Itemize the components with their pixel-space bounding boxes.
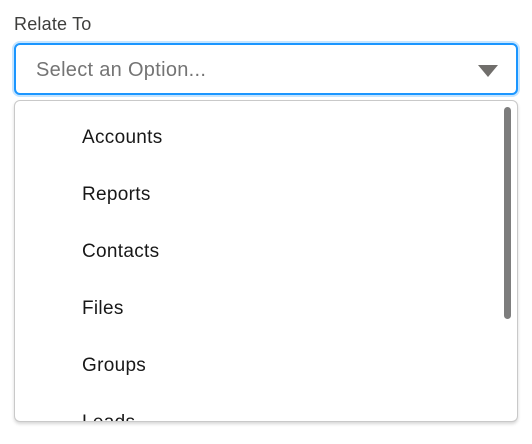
listbox-scrollbar[interactable] bbox=[504, 107, 511, 415]
field-label: Relate To bbox=[14, 14, 92, 34]
options-listbox: Accounts Reports Contacts Files Groups L… bbox=[14, 100, 518, 422]
option-files[interactable]: Files bbox=[15, 280, 517, 337]
combobox-placeholder: Select an Option... bbox=[36, 59, 207, 81]
chevron-down-icon[interactable] bbox=[478, 65, 498, 77]
relate-to-combobox[interactable]: Select an Option... bbox=[14, 43, 518, 95]
option-groups[interactable]: Groups bbox=[15, 337, 517, 394]
scrollbar-thumb[interactable] bbox=[504, 107, 511, 319]
option-reports[interactable]: Reports bbox=[15, 166, 517, 223]
options-list: Accounts Reports Contacts Files Groups L… bbox=[15, 109, 517, 421]
option-leads[interactable]: Leads bbox=[15, 394, 517, 421]
option-contacts[interactable]: Contacts bbox=[15, 223, 517, 280]
option-accounts[interactable]: Accounts bbox=[15, 109, 517, 166]
relate-to-picklist: Relate To Select an Option... Accounts R… bbox=[0, 0, 532, 444]
